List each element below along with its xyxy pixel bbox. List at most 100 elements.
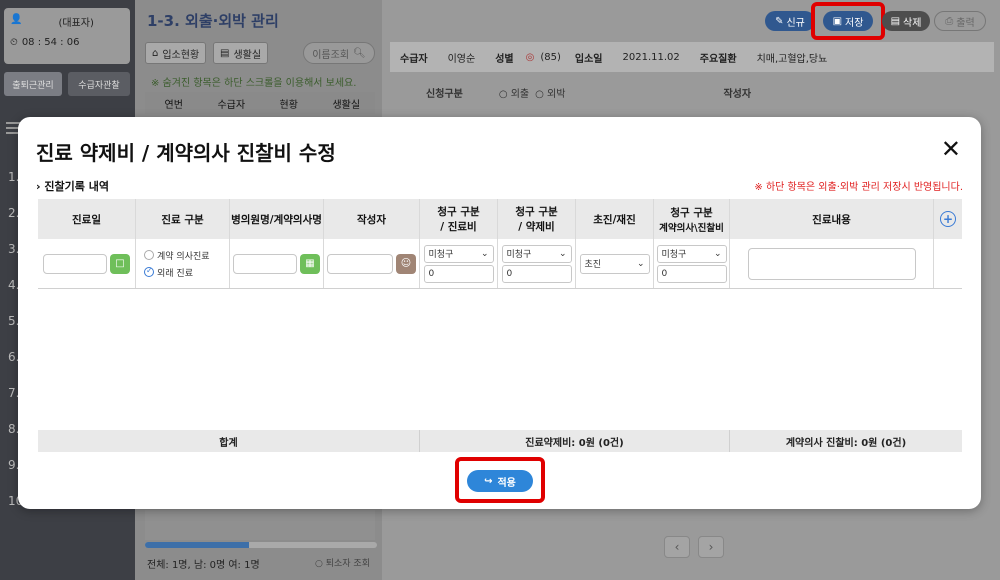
name-search-button[interactable]: 이름조회 🔍︎: [303, 42, 375, 64]
section-title-label: 진찰기록 내역: [44, 180, 109, 193]
date-input[interactable]: [43, 253, 107, 274]
toggle-icon: ○: [315, 559, 323, 569]
clock-icon: ⏲: [10, 37, 18, 48]
apply-type-label: 신청구분: [426, 88, 463, 100]
prev-page-button[interactable]: ‹: [664, 536, 690, 558]
calendar-icon[interactable]: □: [110, 253, 130, 274]
cell-claim-drug: 미청구 ⌄ 0: [498, 239, 576, 288]
chevron-down-icon: ⌄: [713, 248, 722, 259]
content-textarea[interactable]: [747, 247, 916, 280]
radio-overnight-label: 외박: [547, 88, 566, 100]
th-claim-drug-line1: 청구 구분: [515, 206, 558, 218]
visit-select[interactable]: 초진 ⌄: [579, 253, 650, 274]
horizontal-scrollbar[interactable]: [145, 542, 377, 548]
summary-doctor-total: 계약의사 진찰비: 0원 (0건): [785, 437, 907, 449]
add-row-button[interactable]: +: [934, 199, 962, 239]
clock-text: 08 : 54 : 06: [21, 37, 80, 48]
claim-doctor-select[interactable]: 미청구 ⌄: [656, 244, 727, 263]
apply-type-row: 신청구분 ○ 외출 ○ 외박 작성자: [390, 80, 994, 104]
modal-title: 진료 약제비 / 계약의사 진찰비 수정: [36, 141, 336, 165]
pencil-icon: ✎: [775, 15, 784, 27]
next-page-button[interactable]: ›: [698, 536, 724, 558]
cell-visit: 초진 ⌄: [576, 239, 654, 288]
writer-input[interactable]: [327, 253, 393, 274]
cell-type: 계약 의사진료 외래 진료: [136, 239, 230, 288]
close-icon[interactable]: ✕: [941, 137, 961, 161]
cell-hospital: ▦: [230, 239, 324, 288]
gender-label: 성별: [495, 53, 514, 65]
age-value: (85): [540, 51, 561, 63]
claim-fee-select[interactable]: 미청구 ⌄: [423, 244, 494, 263]
person-search-icon[interactable]: ☺: [396, 253, 416, 274]
attendance-button[interactable]: 출퇴근관리: [4, 72, 62, 96]
disease-label: 주요질환: [699, 53, 737, 65]
radio-checked-icon: [144, 266, 154, 277]
th-writer: 작성자: [324, 199, 420, 239]
th-visit: 초진/재진: [576, 199, 654, 239]
hospital-icon[interactable]: ▦: [300, 253, 320, 274]
col-number: 연번: [164, 99, 183, 111]
radio-out[interactable]: ○ 외출: [499, 85, 529, 100]
edit-fee-modal: 진료 약제비 / 계약의사 진찰비 수정 ✕ › 진찰기록 내역 ※ 하단 항목…: [18, 117, 981, 509]
table-row: □ 계약 의사진료 외래 진료 ▦ ☺: [38, 239, 962, 289]
delete-button-label: 삭제: [903, 17, 922, 29]
claim-fee-input[interactable]: 0: [423, 264, 494, 283]
plus-circle-icon: +: [940, 211, 956, 227]
radio-overnight[interactable]: ○ 외박: [535, 85, 565, 100]
recipient-info-bar: 수급자 이영순 성별 ◎ (85) 입소일 2021.11.02 주요질환 치매…: [390, 42, 994, 72]
claim-drug-input[interactable]: 0: [501, 264, 572, 283]
col-status: 현황: [279, 99, 298, 111]
cell-claim-doctor: 미청구 ⌄ 0: [654, 239, 730, 288]
name-search-label: 이름조회: [312, 49, 350, 61]
scrollbar-thumb[interactable]: [145, 542, 250, 548]
user-role: (대표자): [58, 18, 94, 29]
radio-circle-icon: [144, 250, 154, 260]
delete-icon: ▤: [890, 15, 901, 27]
chevron-down-icon: ⌄: [480, 248, 489, 259]
new-button[interactable]: ✎ 신규: [765, 11, 815, 31]
claim-doctor-input[interactable]: 0: [656, 264, 727, 283]
cell-writer: ☺: [324, 239, 420, 288]
radio-out-label: 외출: [510, 88, 530, 100]
cell-content: [730, 239, 934, 288]
tab-room[interactable]: ▤ 생활실: [213, 42, 269, 64]
claim-drug-select[interactable]: 미청구 ⌄: [501, 244, 572, 263]
home-icon: ⌂: [152, 47, 159, 59]
cell-date: □: [38, 239, 136, 288]
th-claim-doctor-line1: 청구 구분: [670, 206, 713, 219]
print-icon: ⎙: [945, 15, 954, 27]
chevron-down-icon: ⌄: [636, 258, 645, 269]
th-claim-fee-line2: / 진료비: [440, 221, 477, 233]
user-info-box: 👤 (대표자) ⏲ 08 : 54 : 06: [4, 8, 130, 64]
th-claim-doctor: 청구 구분 계약의사\진찰비: [654, 199, 730, 239]
th-type: 진료 구분: [136, 199, 230, 239]
notice-text: ※ 하단 항목은 외출·외박 관리 저장시 반영됩니다.: [754, 182, 963, 193]
table-header: 진료일 진료 구분 병의원명/계약의사명 작성자 청구 구분 / 진료비 청구 …: [38, 199, 962, 239]
disease-value: 치매,고혈압,당뇨: [756, 53, 828, 65]
print-button[interactable]: ⎙ 출력: [934, 11, 986, 31]
claim-fee-select-value: 미청구: [428, 250, 454, 260]
th-claim-drug-line2: / 약제비: [518, 221, 555, 233]
list-body: [145, 510, 375, 540]
tab-admission[interactable]: ⌂ 입소현황: [145, 42, 207, 64]
summary-drug-total: 진료약제비: 0원 (0건): [420, 430, 730, 452]
tab-admission-label: 입소현황: [162, 49, 200, 61]
radio-outpatient-label: 외래 진료: [157, 268, 193, 279]
summary-row: 합계 진료약제비: 0원 (0건) 계약의사 진찰비: 0원 (0건): [38, 430, 962, 452]
claim-drug-select-value: 미청구: [506, 250, 532, 260]
radio-outpatient[interactable]: 외래 진료: [144, 266, 193, 279]
new-button-label: 신규: [786, 17, 805, 29]
visit-select-value: 초진: [584, 260, 602, 270]
th-claim-drug: 청구 구분 / 약제비: [498, 199, 576, 239]
search-icon: 🔍︎: [353, 47, 366, 59]
discharged-search-toggle[interactable]: ○ 퇴소자 조회: [315, 556, 370, 569]
gender-icon: ◎: [525, 51, 535, 63]
user-icon: 👤: [10, 14, 23, 25]
recipient-value: 이영순: [447, 53, 476, 65]
radio-contract-doctor-label: 계약 의사진료: [157, 251, 210, 262]
hospital-input[interactable]: [233, 253, 297, 274]
summary-total-label: 합계: [38, 430, 420, 452]
delete-button[interactable]: ▤ 삭제: [882, 11, 930, 31]
observe-button[interactable]: 수급자관찰: [68, 72, 130, 96]
radio-contract-doctor[interactable]: 계약 의사진료: [144, 249, 210, 262]
